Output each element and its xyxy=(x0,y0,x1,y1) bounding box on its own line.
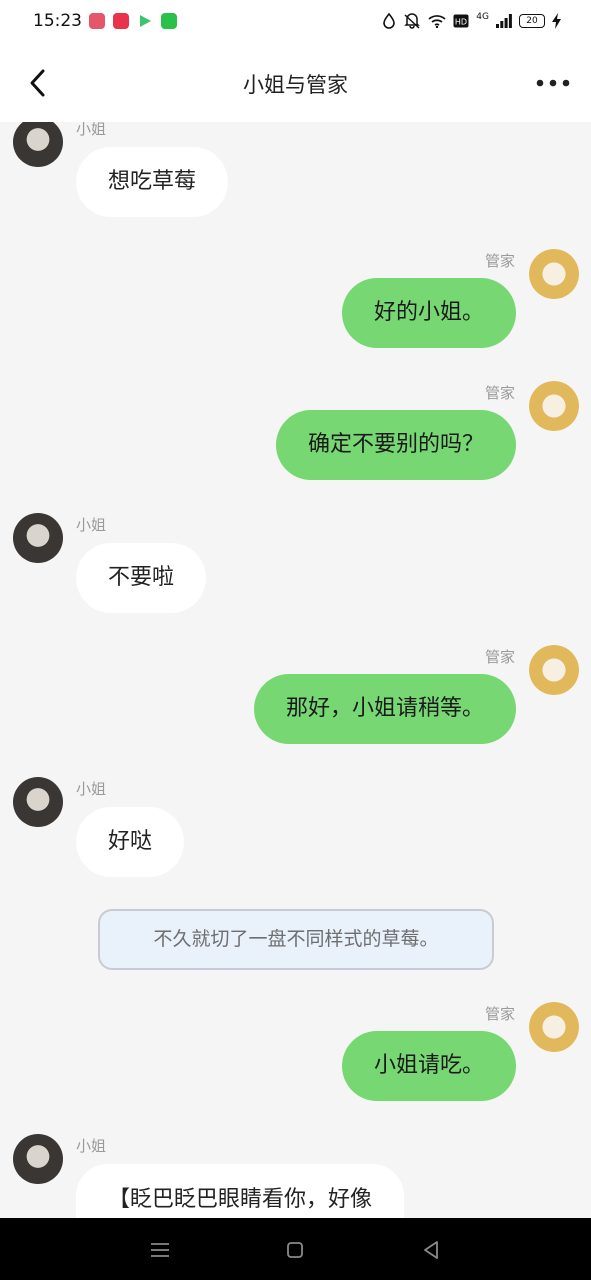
more-dots-icon xyxy=(536,79,570,87)
sender-name: 小姐 xyxy=(76,516,107,534)
more-options-button[interactable] xyxy=(533,70,573,96)
sender-name: 小姐 xyxy=(76,780,107,798)
message-bubble[interactable]: 好的小姐。 xyxy=(341,278,516,348)
system-nav-bar xyxy=(0,1218,591,1280)
signal-icon xyxy=(496,14,512,28)
message-bubble[interactable]: 确定不要别的吗？ xyxy=(275,410,516,480)
back-triangle-icon xyxy=(424,1241,438,1259)
message-bubble[interactable]: 好哒 xyxy=(76,807,185,877)
menu-nav-button[interactable] xyxy=(146,1236,174,1264)
app-notification-icon xyxy=(113,13,129,29)
mute-icon xyxy=(404,13,421,29)
play-notification-icon xyxy=(137,13,153,29)
avatar[interactable] xyxy=(13,1134,63,1184)
menu-icon xyxy=(151,1243,169,1257)
home-square-icon xyxy=(287,1242,303,1258)
sender-name: 小姐 xyxy=(76,122,107,138)
status-icons: HD 4G 20 xyxy=(382,10,561,32)
sender-name: 管家 xyxy=(484,384,515,402)
message-bubble[interactable]: 【眨巴眨巴眼睛看你，好像 xyxy=(76,1164,405,1218)
message-bubble[interactable]: 那好，小姐请稍等。 xyxy=(253,674,516,744)
status-bar: 15:23 HD 4G 20 xyxy=(0,0,591,44)
message-bubble[interactable]: 不要啦 xyxy=(76,543,207,613)
data-saver-icon xyxy=(383,13,396,29)
avatar[interactable] xyxy=(529,1002,579,1052)
narration-box: 不久就切了一盘不同样式的草莓。 xyxy=(98,909,494,970)
avatar[interactable] xyxy=(529,249,579,299)
app-notification-icon xyxy=(161,13,177,29)
avatar[interactable] xyxy=(13,777,63,827)
message-bubble[interactable]: 小姐请吃。 xyxy=(341,1031,516,1101)
wifi-icon xyxy=(428,15,446,28)
avatar[interactable] xyxy=(529,645,579,695)
status-time: 15:23 xyxy=(33,11,82,31)
sender-name: 小姐 xyxy=(76,1137,107,1155)
sender-name: 管家 xyxy=(484,1005,515,1023)
message-bubble[interactable]: 想吃草莓 xyxy=(76,147,229,217)
chat-header: 小姐与管家 xyxy=(0,44,591,122)
back-nav-button[interactable] xyxy=(417,1236,445,1264)
avatar[interactable] xyxy=(13,122,63,167)
hd-icon: HD xyxy=(453,14,469,28)
battery-icon: 20 xyxy=(519,14,545,28)
chat-title: 小姐与管家 xyxy=(243,73,348,97)
sender-name: 管家 xyxy=(484,648,515,666)
home-nav-button[interactable] xyxy=(281,1236,309,1264)
app-notification-icon xyxy=(89,13,105,29)
avatar[interactable] xyxy=(13,513,63,563)
chat-messages[interactable]: 小姐 想吃草莓 管家 好的小姐。 管家 确定不要别的吗？ 小姐 不要啦 管家 那… xyxy=(0,122,591,1218)
svg-text:HD: HD xyxy=(455,18,467,27)
avatar[interactable] xyxy=(529,381,579,431)
charging-icon xyxy=(552,13,561,29)
network-type-label: 4G xyxy=(476,12,489,22)
sender-name: 管家 xyxy=(484,252,515,270)
